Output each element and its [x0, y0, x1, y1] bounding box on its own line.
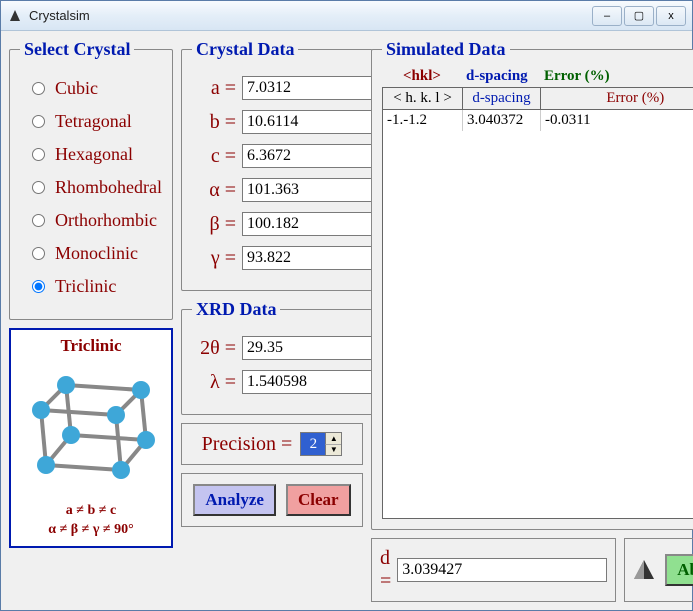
xrd-data-legend: XRD Data: [192, 299, 281, 320]
radio-cubic-input[interactable]: [32, 82, 45, 95]
app-icon: [7, 8, 23, 24]
col-err: Error (%): [541, 88, 693, 110]
action-buttons-box: Analyze Clear: [181, 473, 363, 527]
lambda-label: λ =: [192, 371, 242, 394]
gamma-label: γ =: [192, 247, 242, 270]
d-result-box: d =: [371, 538, 616, 602]
simulated-table-header: < h. k. l > d-spacing Error (%): [383, 88, 693, 110]
sim-head-d: d-spacing: [462, 66, 540, 87]
simulated-table: < h. k. l > d-spacing Error (%) -1.-1.2 …: [382, 87, 693, 519]
close-button[interactable]: x: [656, 6, 686, 26]
precision-label: Precision =: [202, 433, 293, 456]
radio-triclinic-label: Triclinic: [55, 276, 116, 297]
radio-rhombohedral[interactable]: Rhombohedral: [32, 177, 162, 198]
minimize-button[interactable]: –: [592, 6, 622, 26]
about-button[interactable]: About: [665, 554, 693, 586]
alpha-label: α =: [192, 179, 242, 202]
crystal-preview-diagram: [17, 358, 165, 502]
cell-err: -0.0311: [541, 110, 693, 131]
radio-hexagonal[interactable]: Hexagonal: [32, 144, 162, 165]
radio-cubic[interactable]: Cubic: [32, 78, 162, 99]
maximize-button[interactable]: ▢: [624, 6, 654, 26]
radio-tetragonal-input[interactable]: [32, 115, 45, 128]
crystal-preview: Triclinic: [9, 328, 173, 548]
titlebar: Crystalsim – ▢ x: [1, 1, 692, 31]
a-label: a =: [192, 77, 242, 100]
radio-hexagonal-label: Hexagonal: [55, 144, 133, 165]
about-box: About: [624, 538, 693, 602]
precision-value: 2: [301, 433, 325, 455]
content-area: Select Crystal Cubic Tetragonal Hexagona…: [1, 31, 692, 610]
sim-head-hkl: <hkl>: [382, 66, 462, 87]
about-icon: [631, 557, 657, 583]
radio-monoclinic-input[interactable]: [32, 247, 45, 260]
window-controls: – ▢ x: [592, 6, 686, 26]
radio-orthorhombic[interactable]: Orthorhombic: [32, 210, 162, 231]
clear-button[interactable]: Clear: [286, 484, 351, 516]
radio-rhombohedral-input[interactable]: [32, 181, 45, 194]
crystal-data-legend: Crystal Data: [192, 39, 298, 60]
select-crystal-group: Select Crystal Cubic Tetragonal Hexagona…: [9, 39, 173, 320]
col-hkl: < h. k. l >: [383, 88, 463, 110]
precision-down-button[interactable]: ▼: [325, 445, 341, 456]
simulated-data-legend: Simulated Data: [382, 39, 510, 60]
sim-head-err: Error (%): [540, 66, 693, 87]
precision-spinner[interactable]: 2 ▲ ▼: [300, 432, 342, 456]
cell-hkl: -1.-1.2: [383, 110, 463, 131]
simulated-data-group: Simulated Data <hkl> d-spacing Error (%)…: [371, 39, 693, 530]
radio-hexagonal-input[interactable]: [32, 148, 45, 161]
radio-orthorhombic-label: Orthorhombic: [55, 210, 157, 231]
precision-up-button[interactable]: ▲: [325, 433, 341, 445]
analyze-button[interactable]: Analyze: [193, 484, 276, 516]
precision-box: Precision = 2 ▲ ▼: [181, 423, 363, 465]
radio-triclinic-input[interactable]: [32, 280, 45, 293]
radio-monoclinic-label: Monoclinic: [55, 243, 138, 264]
simulated-header: <hkl> d-spacing Error (%): [382, 66, 693, 87]
cell-d: 3.040372: [463, 110, 541, 131]
radio-orthorhombic-input[interactable]: [32, 214, 45, 227]
crystal-formula-1: a ≠ b ≠ c: [17, 502, 165, 521]
radio-triclinic[interactable]: Triclinic: [32, 276, 162, 297]
radio-monoclinic[interactable]: Monoclinic: [32, 243, 162, 264]
radio-tetragonal-label: Tetragonal: [55, 111, 132, 132]
b-label: b =: [192, 111, 242, 134]
d-label: d =: [380, 547, 391, 593]
two-theta-label: 2θ =: [192, 337, 242, 360]
radio-tetragonal[interactable]: Tetragonal: [32, 111, 162, 132]
d-input[interactable]: [397, 558, 607, 582]
col-d: d-spacing: [463, 88, 541, 110]
crystal-preview-name: Triclinic: [17, 336, 165, 356]
select-crystal-legend: Select Crystal: [20, 39, 134, 60]
crystal-formula-2: α ≠ β ≠ γ ≠ 90°: [17, 521, 165, 540]
c-label: c =: [192, 145, 242, 168]
beta-label: β =: [192, 213, 242, 236]
radio-rhombohedral-label: Rhombohedral: [55, 177, 162, 198]
radio-cubic-label: Cubic: [55, 78, 98, 99]
app-window: Crystalsim – ▢ x Select Crystal Cubic Te…: [0, 0, 693, 611]
window-title: Crystalsim: [29, 8, 592, 23]
table-row[interactable]: -1.-1.2 3.040372 -0.0311: [383, 110, 693, 131]
